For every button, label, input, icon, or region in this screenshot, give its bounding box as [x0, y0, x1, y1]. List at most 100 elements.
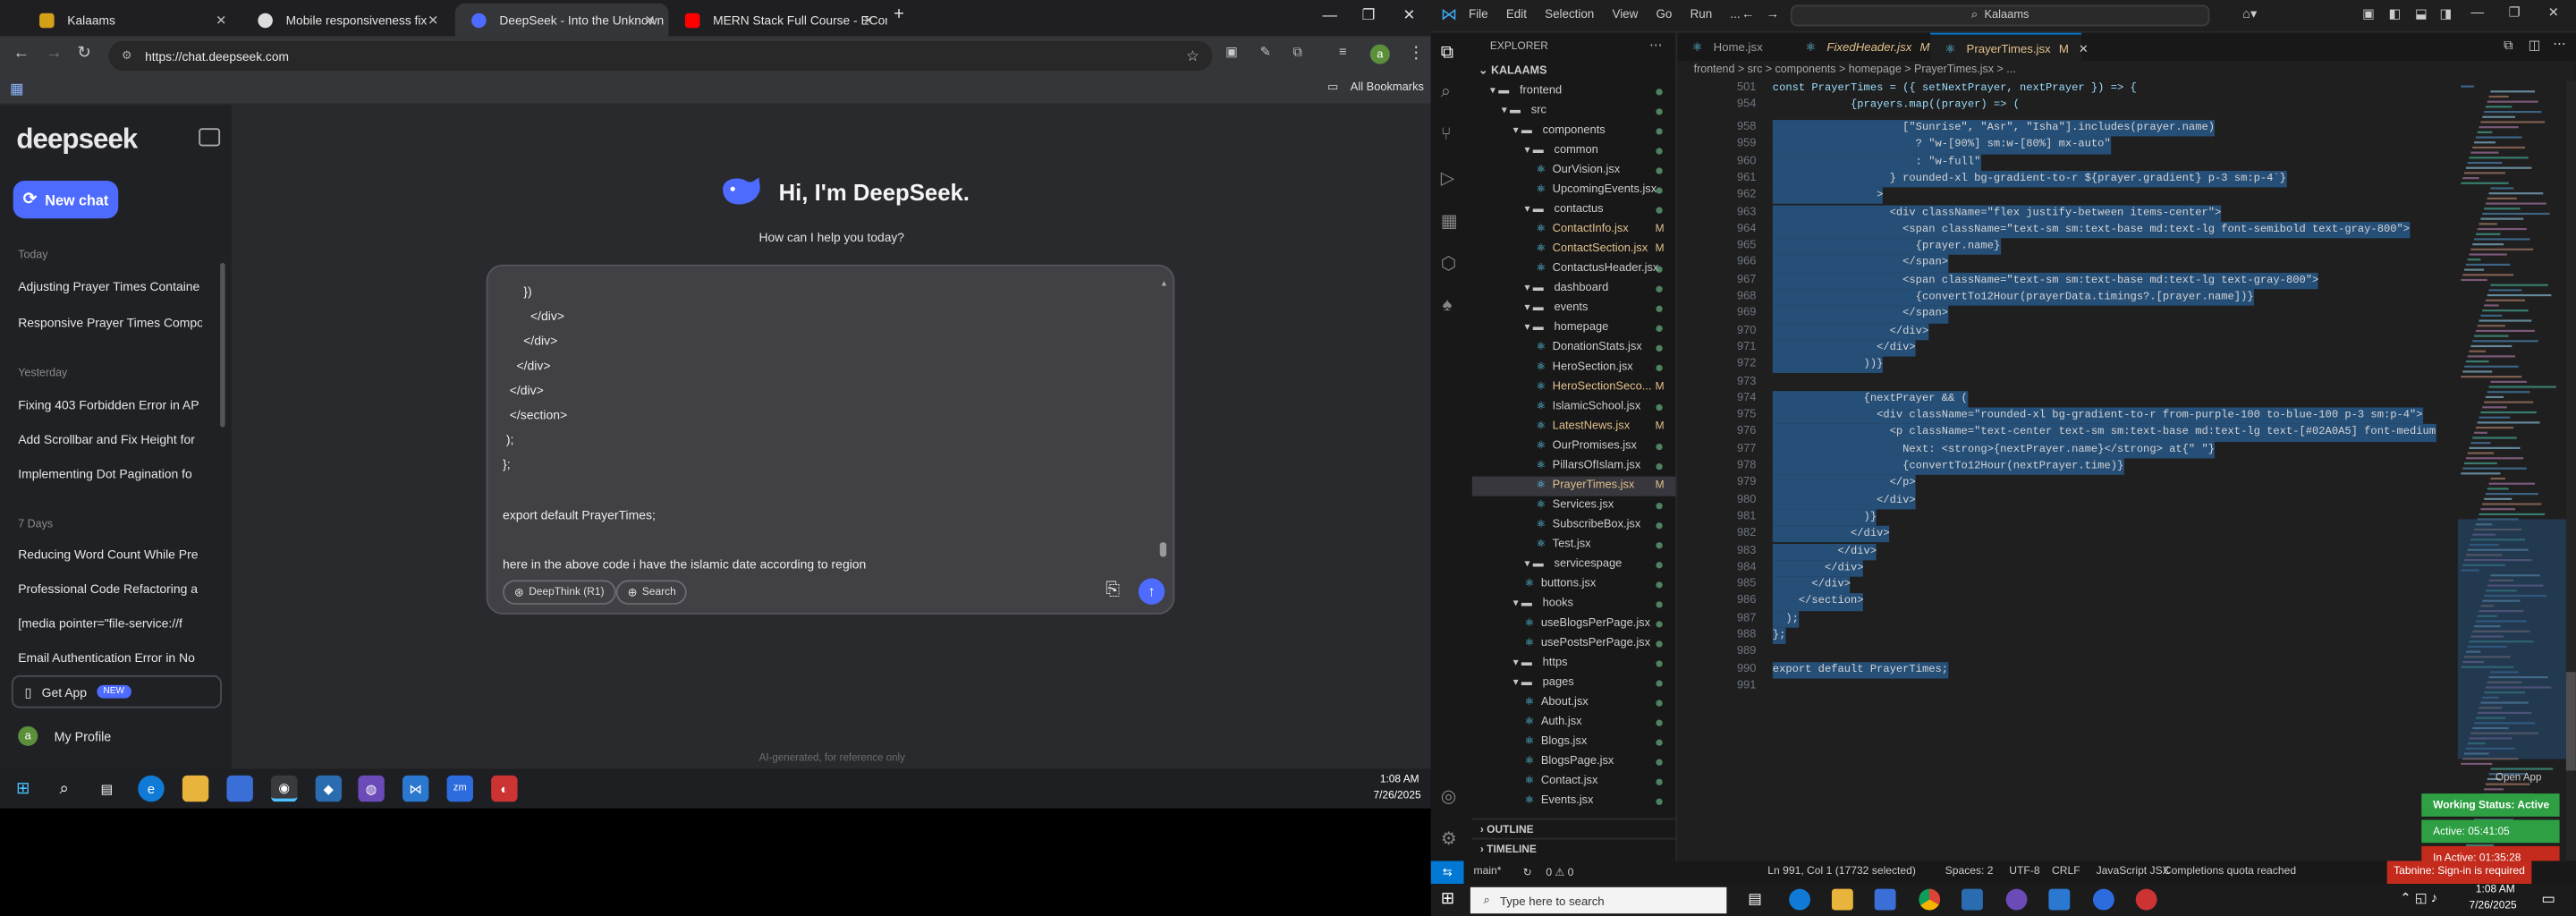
tree-file[interactable]: ⚛ Services.jsx	[1472, 496, 1676, 516]
media-icon[interactable]: ≡	[1339, 45, 1347, 60]
tree-folder[interactable]: ▾ ▬ components	[1472, 122, 1676, 141]
scroll-thumb[interactable]	[1159, 542, 1167, 557]
tree-file[interactable]: ⚛ ContactSection.jsx M	[1472, 240, 1676, 259]
task-view-icon[interactable]: ▤	[94, 776, 120, 802]
new-tab-icon[interactable]: +	[894, 5, 904, 25]
close-tab-icon[interactable]: ✕	[216, 13, 226, 28]
close-tab-icon[interactable]: ✕	[863, 13, 874, 28]
forward-icon[interactable]: →	[46, 45, 62, 63]
completions-quota[interactable]: Completions quota reached	[2164, 866, 2338, 878]
tree-file[interactable]: ⚛ buttons.jsx	[1472, 575, 1676, 595]
chat-history-item[interactable]: Implementing Dot Pagination fo	[18, 467, 202, 482]
code-editor[interactable]: 501 const PrayerTimes = ({ setNextPrayer,…	[1677, 80, 2458, 861]
tree-folder[interactable]: ▾ ▬ src	[1472, 102, 1676, 122]
browser-tab-deepseek[interactable]: DeepSeek - Into the Unknown ✕	[454, 3, 669, 37]
menu-run[interactable]: Run	[1690, 6, 1713, 21]
search-icon[interactable]: ⌕	[1441, 82, 1451, 104]
menu-more[interactable]: ...	[1730, 6, 1740, 21]
site-info-icon[interactable]: ⚙	[122, 49, 132, 63]
editor-tab-fixedheader[interactable]: ⚛ FixedHeader.jsx M	[1791, 33, 1930, 61]
reload-icon[interactable]: ↻	[77, 45, 90, 63]
code-line[interactable]: : "w-full"	[1772, 153, 1981, 171]
collapse-sidebar-icon[interactable]	[199, 128, 221, 147]
search-icon[interactable]: ⌕	[51, 776, 77, 802]
code-line[interactable]: </p>	[1772, 475, 1916, 493]
attach-icon[interactable]: ⎘	[1106, 580, 1120, 601]
chat-input-box[interactable]: }) </div> </div> </div> </div> </section…	[486, 264, 1175, 615]
cursor-position[interactable]: Ln 991, Col 1 (17732 selected)	[1767, 866, 1916, 878]
maximize-icon[interactable]: ❐	[2509, 5, 2521, 21]
indentation[interactable]: Spaces: 2	[1945, 866, 1994, 878]
tree-file[interactable]: ⚛ HeroSectionSeco... M	[1472, 377, 1676, 397]
deepseek-logo[interactable]: deepseek	[16, 123, 138, 157]
minimize-icon[interactable]: —	[2470, 5, 2484, 21]
toggle-sidebar-icon[interactable]: ◧	[2389, 6, 2402, 21]
tree-folder[interactable]: ▾ ▬ servicespage	[1472, 556, 1676, 575]
windows-start-icon[interactable]: ⊞	[1441, 890, 1454, 908]
store-icon[interactable]	[226, 775, 253, 802]
task-view-icon[interactable]: ▤	[1748, 890, 1762, 908]
code-line[interactable]: const PrayerTimes = ({ setNextPrayer, ne…	[1773, 81, 2137, 98]
vscode-icon[interactable]	[2048, 888, 2071, 911]
chat-history-item[interactable]: [media pointer="file-service://f	[18, 616, 202, 632]
close-tab-icon[interactable]: ✕	[2079, 40, 2089, 55]
maximize-icon[interactable]: ❐	[1362, 6, 1376, 24]
minimize-icon[interactable]: —	[1323, 6, 1338, 22]
outline-section[interactable]: › OUTLINE	[1471, 818, 1676, 836]
code-line[interactable]: {prayer.name}	[1772, 238, 2001, 256]
tree-folder[interactable]: ▾ ▬ hooks	[1472, 595, 1676, 615]
menu-file[interactable]: File	[1469, 6, 1488, 21]
code-line[interactable]: <p className="text-center text-sm sm:tex…	[1772, 424, 2436, 442]
toggle-secondary-icon[interactable]: ◨	[2439, 6, 2452, 21]
input-scrollbar[interactable]: ▲	[1159, 279, 1168, 562]
code-line[interactable]: );	[1772, 610, 1799, 628]
menu-go[interactable]: Go	[1657, 6, 1673, 21]
sidebar-scrollbar[interactable]	[220, 262, 225, 428]
tree-folder[interactable]: ▾ ▬ dashboard	[1472, 279, 1676, 299]
tree-file[interactable]: ⚛ Test.jsx	[1472, 536, 1676, 556]
clock-date[interactable]: 7/26/2025	[1373, 790, 1420, 802]
notification-icon[interactable]: ▭	[2541, 890, 2555, 908]
browser-tab-youtube[interactable]: MERN Stack Full Course - ECom ✕	[669, 4, 887, 37]
tree-folder[interactable]: ▾ ▬ common	[1472, 141, 1676, 161]
tree-file[interactable]: ⚛ OurPromises.jsx	[1472, 437, 1676, 457]
code-line[interactable]: </div>	[1772, 492, 1916, 510]
github-desktop-icon[interactable]	[2005, 888, 2028, 911]
tree-file[interactable]: ⚛ SubscribeBox.jsx	[1472, 516, 1676, 536]
tree-file[interactable]: ⚛ usePostsPerPage.jsx	[1472, 634, 1676, 654]
code-line[interactable]: <span className="text-sm sm:text-base md…	[1772, 221, 2411, 239]
tree-folder[interactable]: ▾ ▬ homepage	[1472, 318, 1676, 338]
all-bookmarks-link[interactable]: All Bookmarks	[1351, 82, 1424, 94]
store-icon[interactable]	[1874, 888, 1896, 911]
tree-file[interactable]: ⚛ Contact.jsx	[1472, 772, 1676, 792]
open-app-link[interactable]: Open App	[2496, 772, 2541, 784]
timeline-section[interactable]: › TIMELINE	[1471, 837, 1676, 856]
chat-history-item[interactable]: Email Authentication Error in No	[18, 650, 202, 666]
app-icon[interactable]	[1962, 888, 1983, 911]
clock-date[interactable]: 7/26/2025	[2470, 901, 2517, 912]
zoom-icon[interactable]: zm	[446, 775, 473, 802]
file-explorer-icon[interactable]	[182, 775, 209, 802]
remote-icon[interactable]: ⬡	[1441, 253, 1457, 275]
tree-file[interactable]: ⚛ ContactInfo.jsx M	[1472, 220, 1676, 240]
code-line[interactable]: <span className="text-sm sm:text-base md…	[1772, 272, 2319, 290]
git-branch[interactable]: main*	[1474, 866, 1502, 878]
split-editor-icon[interactable]: ⧉	[2504, 38, 2513, 54]
taskbar-search[interactable]: ⌕ Type here to search	[1470, 886, 1727, 914]
settings-gear-icon[interactable]: ⚙	[1441, 828, 1457, 850]
chat-history-item[interactable]: Reducing Word Count While Pre	[18, 547, 202, 563]
bookmark-star-icon[interactable]: ☆	[1186, 47, 1199, 64]
menu-view[interactable]: View	[1612, 6, 1638, 21]
code-line[interactable]: ? "w-[90%] sm:w-[80%] mx-auto"	[1772, 136, 2111, 154]
language-mode[interactable]: JavaScript JSX	[2097, 866, 2170, 878]
zoom-icon[interactable]	[2092, 888, 2114, 911]
tree-file[interactable]: ⚛ OurVision.jsx	[1472, 161, 1676, 181]
code-line[interactable]: {prayers.map((prayer) => (	[1773, 98, 2020, 114]
new-chat-button[interactable]: ⟳ New chat	[13, 181, 119, 219]
send-button[interactable]: ↑	[1138, 578, 1165, 605]
code-line[interactable]: </div>	[1772, 576, 1852, 594]
tree-file[interactable]: ⚛ HeroSection.jsx	[1472, 358, 1676, 377]
menu-edit[interactable]: Edit	[1506, 6, 1527, 21]
system-tray-icons[interactable]: ⌃ ◱ ♪	[2400, 890, 2437, 905]
editor-tab-home[interactable]: ⚛ Home.jsx	[1677, 33, 1791, 61]
